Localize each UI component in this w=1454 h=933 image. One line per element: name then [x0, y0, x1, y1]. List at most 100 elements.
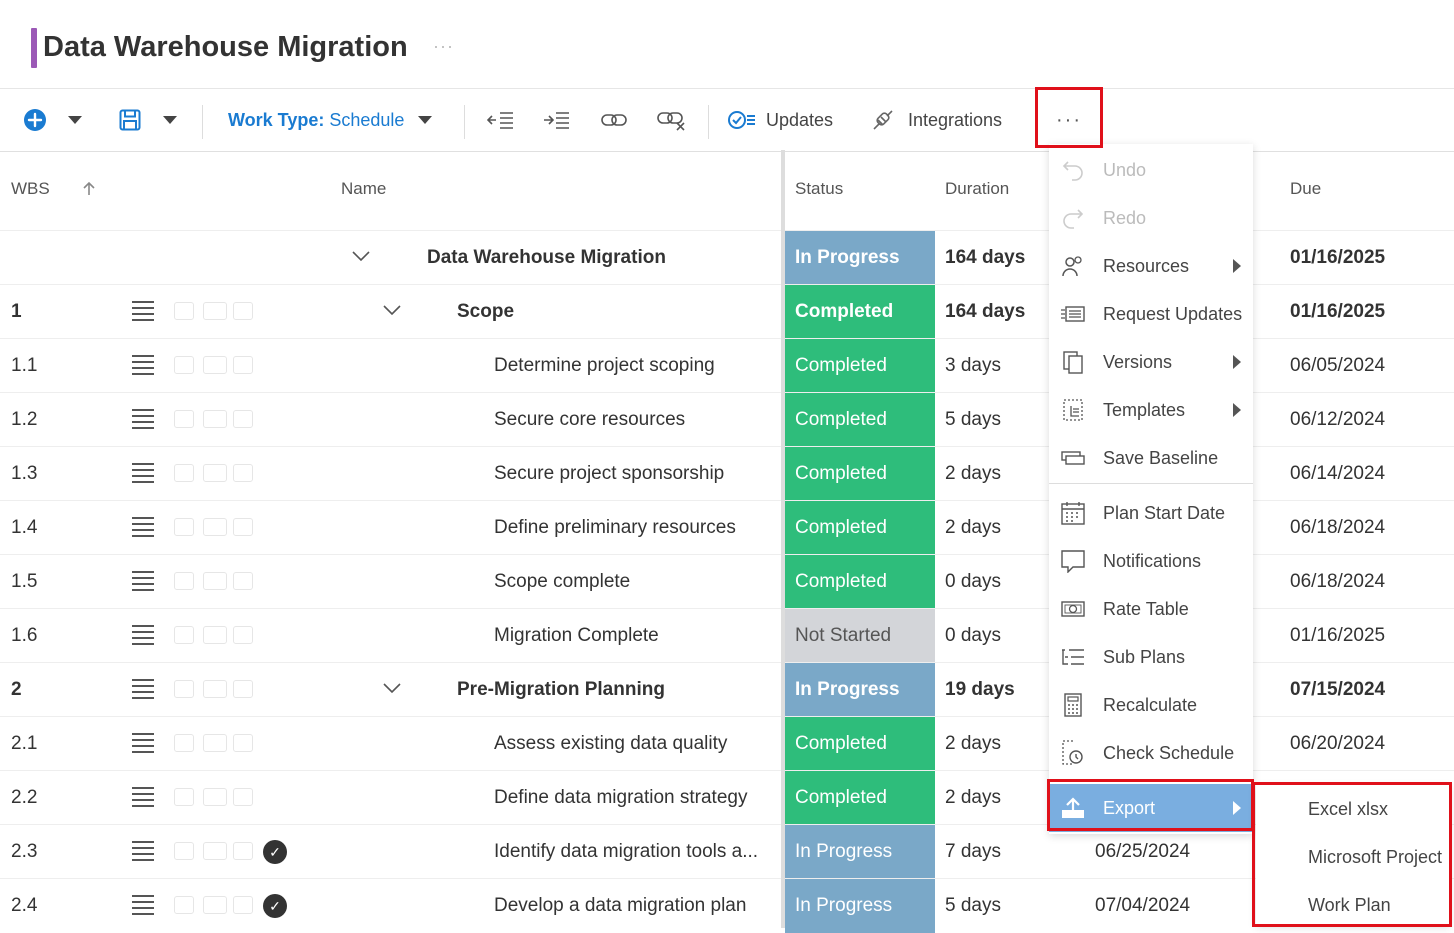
attachment-icon[interactable]: [174, 302, 194, 320]
task-name-cell[interactable]: Identify data migration tools a...: [494, 825, 758, 879]
comment-icon[interactable]: [203, 896, 227, 914]
attachment-icon[interactable]: [174, 464, 194, 482]
work-type-dropdown[interactable]: Work Type: Schedule: [228, 89, 443, 151]
menu-item-redo[interactable]: Redo: [1049, 194, 1253, 242]
duration-cell[interactable]: 2 days: [945, 771, 1001, 825]
status-cell[interactable]: Completed: [785, 771, 935, 825]
submenu-item-work-plan[interactable]: Work Plan: [1308, 895, 1391, 916]
duration-cell[interactable]: 2 days: [945, 501, 1001, 555]
integrations-button[interactable]: Integrations: [870, 89, 1010, 151]
task-name-cell[interactable]: Secure project sponsorship: [494, 447, 724, 501]
sort-ascending-icon[interactable]: [81, 150, 97, 228]
column-header-name[interactable]: Name: [341, 150, 386, 228]
attachment-icon[interactable]: [174, 734, 194, 752]
attachment-icon[interactable]: [174, 896, 194, 914]
comment-icon[interactable]: [203, 572, 227, 590]
board-icon[interactable]: [233, 302, 253, 320]
indent-button[interactable]: [542, 89, 572, 151]
comment-icon[interactable]: [203, 680, 227, 698]
comment-icon[interactable]: [203, 302, 227, 320]
status-cell[interactable]: In Progress: [785, 879, 935, 933]
more-actions-button[interactable]: ···: [1040, 89, 1098, 151]
task-name-cell[interactable]: Secure core resources: [494, 393, 685, 447]
due-date-cell[interactable]: 07/04/2024: [1095, 879, 1190, 933]
duration-cell[interactable]: 5 days: [945, 393, 1001, 447]
row-menu-icon[interactable]: [132, 787, 154, 807]
menu-item-notifications[interactable]: Notifications: [1049, 537, 1253, 585]
title-more-icon[interactable]: ···: [433, 36, 454, 57]
duration-cell[interactable]: 164 days: [945, 285, 1025, 339]
column-header-wbs[interactable]: WBS: [11, 150, 50, 228]
duration-cell[interactable]: 164 days: [945, 231, 1025, 285]
row-menu-icon[interactable]: [132, 517, 154, 537]
menu-item-sub-plans[interactable]: Sub Plans: [1049, 633, 1253, 681]
submenu-item-excel[interactable]: Excel xlsx: [1308, 799, 1388, 820]
board-icon[interactable]: [233, 410, 253, 428]
comment-icon[interactable]: [203, 788, 227, 806]
board-icon[interactable]: [233, 518, 253, 536]
status-cell[interactable]: Completed: [785, 555, 935, 609]
task-name-cell[interactable]: Pre-Migration Planning: [457, 663, 665, 717]
row-menu-icon[interactable]: [132, 841, 154, 861]
outdent-button[interactable]: [486, 89, 516, 151]
task-name-cell[interactable]: Define data migration strategy: [494, 771, 747, 825]
attachment-icon[interactable]: [174, 788, 194, 806]
row-menu-icon[interactable]: [132, 733, 154, 753]
column-header-due[interactable]: Due: [1290, 150, 1321, 228]
attachment-icon[interactable]: [174, 410, 194, 428]
table-row[interactable]: 2.4 ✓ Develop a data migration plan In Prog…: [0, 878, 1454, 933]
updates-button[interactable]: Updates: [728, 89, 838, 151]
task-name-cell[interactable]: Scope complete: [494, 555, 630, 609]
status-cell[interactable]: Completed: [785, 285, 935, 339]
save-button[interactable]: [116, 89, 144, 151]
menu-item-resources[interactable]: Resources: [1049, 242, 1253, 290]
collapse-chevron-icon[interactable]: [352, 250, 370, 262]
board-icon[interactable]: [233, 572, 253, 590]
task-name-cell[interactable]: Define preliminary resources: [494, 501, 736, 555]
duration-cell[interactable]: 0 days: [945, 555, 1001, 609]
row-menu-icon[interactable]: [132, 355, 154, 375]
comment-icon[interactable]: [203, 626, 227, 644]
add-button[interactable]: [20, 89, 50, 151]
board-icon[interactable]: [233, 356, 253, 374]
comment-icon[interactable]: [203, 356, 227, 374]
row-menu-icon[interactable]: [132, 625, 154, 645]
menu-item-undo[interactable]: Undo: [1049, 146, 1253, 194]
status-cell[interactable]: In Progress: [785, 231, 935, 285]
submenu-item-microsoft-project[interactable]: Microsoft Project: [1308, 847, 1442, 868]
grid-splitter[interactable]: [781, 150, 785, 928]
status-cell[interactable]: Completed: [785, 393, 935, 447]
column-header-status[interactable]: Status: [795, 150, 843, 228]
due-date-cell[interactable]: 06/18/2024: [1290, 501, 1385, 555]
comment-icon[interactable]: [203, 734, 227, 752]
row-menu-icon[interactable]: [132, 895, 154, 915]
duration-cell[interactable]: 3 days: [945, 339, 1001, 393]
link-button[interactable]: [598, 89, 630, 151]
menu-item-templates[interactable]: Templates: [1049, 386, 1253, 434]
task-name-cell[interactable]: Assess existing data quality: [494, 717, 727, 771]
board-icon[interactable]: [233, 734, 253, 752]
comment-icon[interactable]: [203, 410, 227, 428]
comment-icon[interactable]: [203, 842, 227, 860]
status-cell[interactable]: In Progress: [785, 663, 935, 717]
menu-item-check-schedule[interactable]: Check Schedule: [1049, 729, 1253, 777]
due-date-cell[interactable]: 06/18/2024: [1290, 555, 1385, 609]
menu-item-rate-table[interactable]: Rate Table: [1049, 585, 1253, 633]
menu-item-plan-start-date[interactable]: Plan Start Date: [1049, 489, 1253, 537]
task-name-cell[interactable]: Develop a data migration plan: [494, 879, 746, 933]
due-date-cell[interactable]: 01/16/2025: [1290, 285, 1385, 339]
task-name-cell[interactable]: Scope: [457, 285, 514, 339]
column-header-duration[interactable]: Duration: [945, 150, 1009, 228]
due-date-cell[interactable]: 06/20/2024: [1290, 717, 1385, 771]
due-date-cell[interactable]: 07/15/2024: [1290, 663, 1385, 717]
collapse-chevron-icon[interactable]: [383, 304, 401, 316]
row-menu-icon[interactable]: [132, 463, 154, 483]
comment-icon[interactable]: [203, 518, 227, 536]
attachment-icon[interactable]: [174, 356, 194, 374]
due-date-cell[interactable]: 06/12/2024: [1290, 393, 1385, 447]
attachment-icon[interactable]: [174, 626, 194, 644]
board-icon[interactable]: [233, 842, 253, 860]
menu-item-export[interactable]: Export: [1049, 784, 1253, 832]
duration-cell[interactable]: 19 days: [945, 663, 1015, 717]
menu-item-recalculate[interactable]: Recalculate: [1049, 681, 1253, 729]
